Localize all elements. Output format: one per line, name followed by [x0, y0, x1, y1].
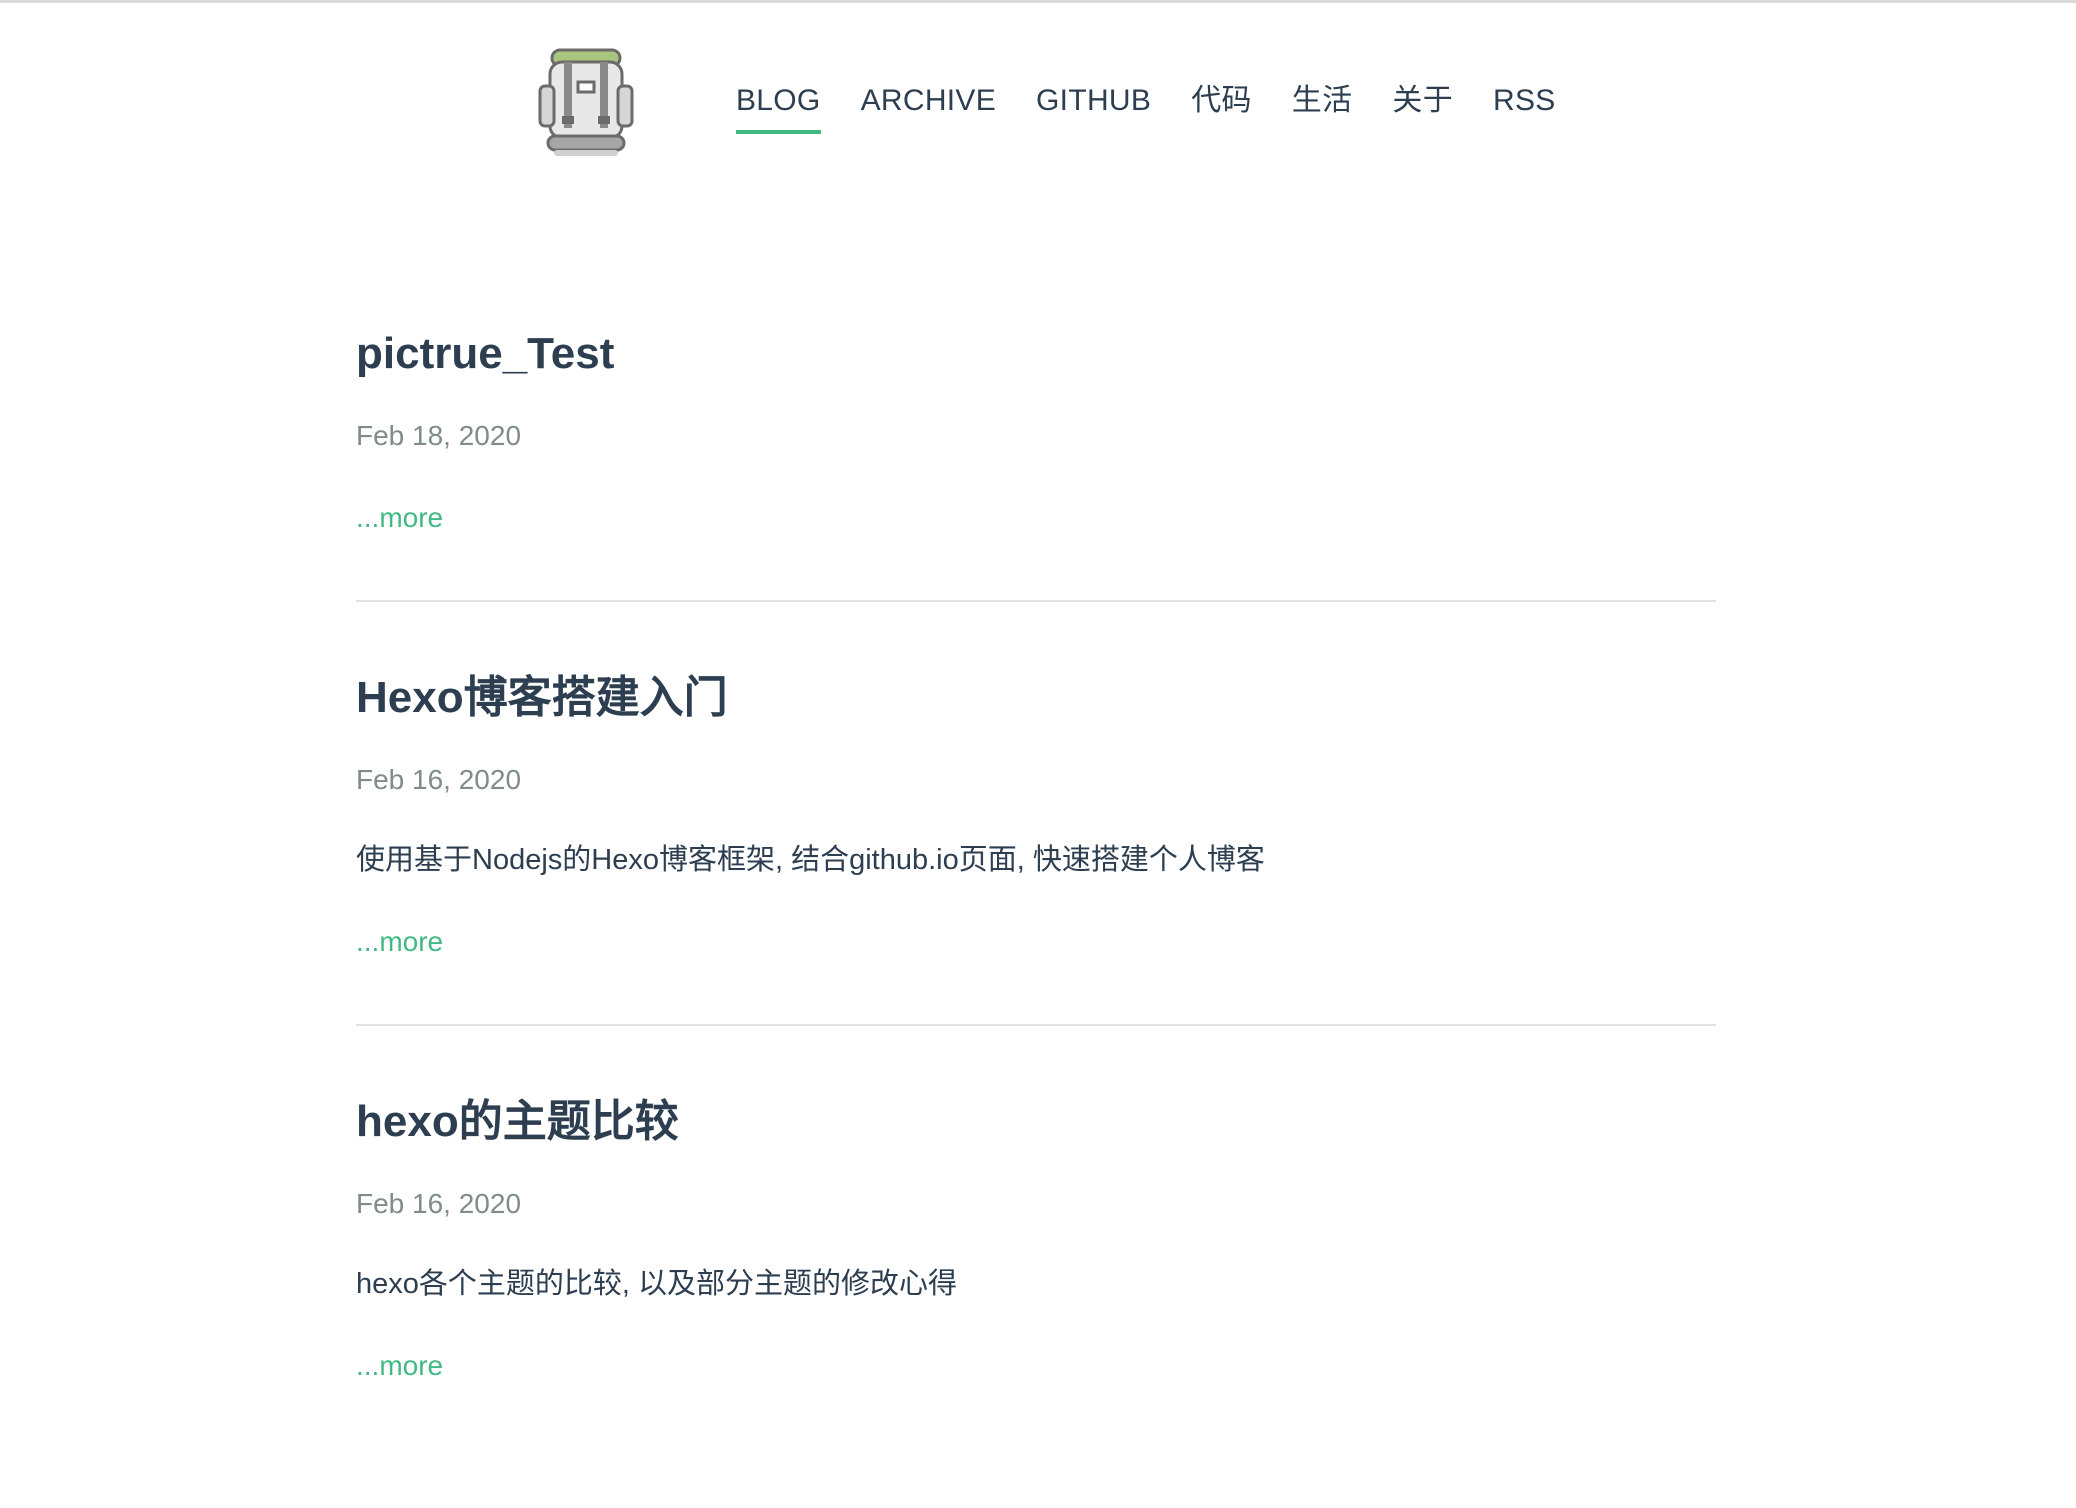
post-item: hexo的主题比较 Feb 16, 2020 hexo各个主题的比较, 以及部分… — [356, 1086, 1716, 1448]
main-nav: BLOG ARCHIVE GITHUB 代码 生活 关于 RSS — [736, 78, 1556, 138]
nav-item-archive[interactable]: ARCHIVE — [861, 78, 996, 130]
nav-item-code[interactable]: 代码 — [1191, 78, 1252, 130]
post-date: Feb 16, 2020 — [356, 1188, 522, 1219]
post-title[interactable]: hexo的主题比较 — [356, 1086, 1716, 1158]
read-more-link[interactable]: ...more — [356, 1344, 443, 1388]
post-date: Feb 16, 2020 — [356, 764, 522, 795]
site-header: BLOG ARCHIVE GITHUB 代码 生活 关于 RSS — [0, 0, 2076, 180]
post-list: pictrue_Test Feb 18, 2020 ...more Hexo博客… — [356, 318, 1716, 1508]
nav-item-life[interactable]: 生活 — [1292, 78, 1353, 130]
read-more-link[interactable]: ...more — [356, 496, 443, 540]
post-description: hexo各个主题的比较, 以及部分主题的修改心得 — [356, 1268, 958, 1300]
nav-item-blog[interactable]: BLOG — [736, 78, 821, 134]
site-logo[interactable] — [538, 46, 634, 160]
post-item: pictrue_Test Feb 18, 2020 ...more — [356, 318, 1716, 602]
nav-item-about[interactable]: 关于 — [1392, 78, 1453, 130]
nav-item-github[interactable]: GITHUB — [1036, 78, 1151, 130]
post-title[interactable]: Hexo博客搭建入门 — [356, 662, 1716, 734]
read-more-link[interactable]: ...more — [356, 920, 443, 964]
post-item: Hexo博客搭建入门 Feb 16, 2020 使用基于Nodejs的Hexo博… — [356, 662, 1716, 1026]
post-description: 使用基于Nodejs的Hexo博客框架, 结合github.io页面, 快速搭建… — [356, 844, 1265, 876]
nav-item-rss[interactable]: RSS — [1493, 78, 1556, 130]
post-date: Feb 18, 2020 — [356, 420, 522, 451]
post-title[interactable]: pictrue_Test — [356, 318, 1716, 390]
backpack-icon — [538, 48, 634, 156]
